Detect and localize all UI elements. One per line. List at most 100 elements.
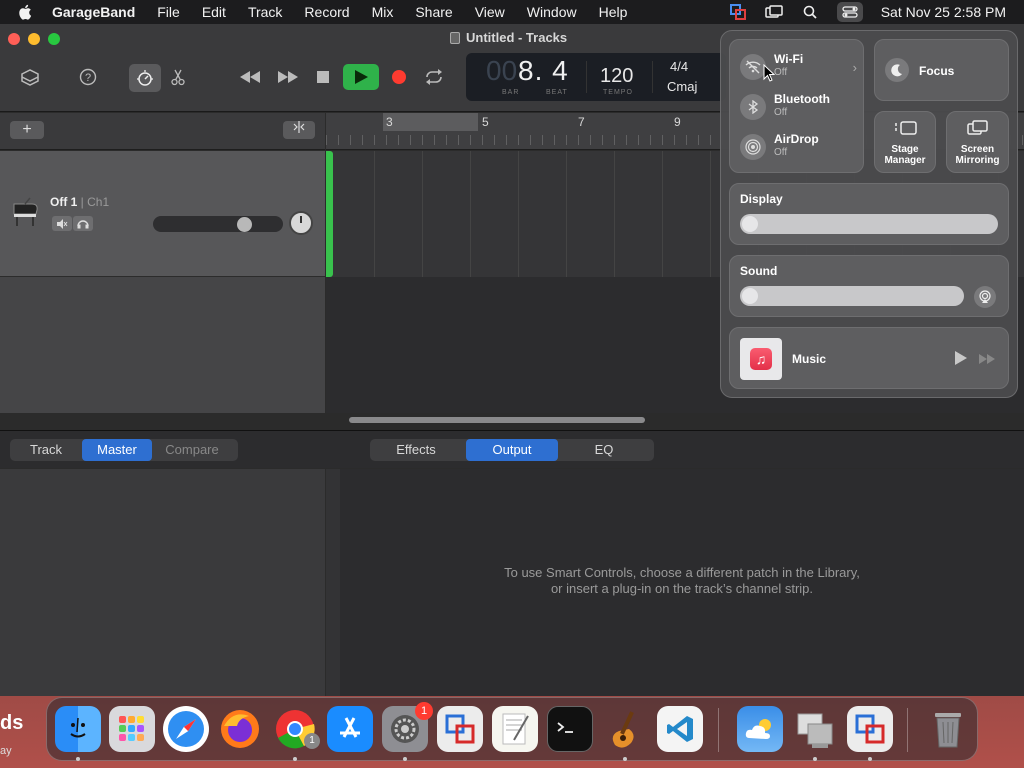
playhead[interactable] (326, 151, 333, 277)
menu-mix[interactable]: Mix (372, 4, 394, 20)
weather-icon[interactable] (737, 706, 783, 752)
remote-desktop-status-icon[interactable] (729, 3, 747, 21)
play-button[interactable] (343, 64, 379, 90)
focus-tile[interactable]: Focus (874, 39, 1009, 101)
track-volume-knob[interactable] (237, 217, 252, 232)
speaker-icon (742, 288, 758, 304)
track-solo-headphones-button[interactable] (73, 216, 93, 231)
music-app-icon: ♫ (740, 338, 782, 380)
lcd-separator (586, 61, 587, 93)
finder-icon[interactable] (55, 706, 101, 752)
airplay-audio-icon[interactable] (974, 286, 996, 308)
menu-record[interactable]: Record (304, 4, 349, 20)
dock-separator (718, 708, 719, 752)
menu-bar-clock[interactable]: Sat Nov 25 2:58 PM (881, 4, 1006, 20)
music-play-button[interactable] (954, 350, 968, 371)
stage-manager-label: Stage Manager (875, 144, 935, 166)
stage-manager-tile[interactable]: Stage Manager (874, 111, 936, 173)
menu-app-name[interactable]: GarageBand (52, 4, 135, 20)
menu-help[interactable]: Help (599, 4, 628, 20)
airdrop-label: AirDrop (774, 132, 819, 146)
library-button[interactable] (16, 64, 44, 90)
menu-view[interactable]: View (475, 4, 505, 20)
migration-running-dot (813, 757, 817, 761)
tab-track[interactable]: Track (10, 439, 82, 461)
track-list: Off 1 | Ch1 (0, 151, 325, 413)
terminal-icon[interactable] (547, 706, 593, 752)
stage-manager-label-line: Stage (891, 144, 919, 155)
menu-track[interactable]: Track (248, 4, 282, 20)
safari-icon[interactable] (163, 706, 209, 752)
window-title: Untitled - Tracks (450, 30, 567, 45)
menu-window[interactable]: Window (527, 4, 577, 20)
lcd-display[interactable]: 00 8. 4 BAR BEAT 120 TEMPO 4/4 Cmaj (466, 53, 726, 101)
fast-forward-button[interactable] (274, 64, 302, 90)
window-minimize-button[interactable] (28, 33, 40, 45)
sound-label: Sound (740, 264, 778, 278)
app-store-icon[interactable] (327, 706, 373, 752)
migration-assistant-icon[interactable] (792, 706, 838, 752)
smart-controls-right-tabs: Effects Output EQ (370, 439, 654, 461)
screen-mirroring-label-line: Mirroring (955, 155, 1000, 166)
sound-volume-slider[interactable] (740, 286, 964, 306)
bluetooth-off-icon (740, 94, 766, 120)
firefox-icon[interactable] (217, 706, 263, 752)
track-channel: | Ch1 (77, 195, 110, 209)
remote-desktop-icon[interactable] (437, 706, 483, 752)
vscode-icon[interactable] (657, 706, 703, 752)
tab-eq[interactable]: EQ (558, 439, 650, 461)
display-brightness-slider[interactable] (740, 214, 998, 234)
ruler-cycle-region[interactable] (383, 113, 478, 131)
track-mute-button[interactable] (52, 216, 72, 231)
window-zoom-button[interactable] (48, 33, 60, 45)
horizontal-scrollbar[interactable] (349, 417, 645, 423)
record-button[interactable] (388, 64, 410, 90)
remote-desktop-icon-2[interactable] (847, 706, 893, 752)
airdrop-toggle[interactable]: AirDrop Off (740, 130, 860, 166)
connectivity-module: Wi-Fi Off › Bluetooth Off AirDrop Off (729, 39, 864, 173)
track-header-bar: + (0, 113, 325, 150)
bluetooth-toggle[interactable]: Bluetooth Off (740, 90, 860, 126)
garageband-icon[interactable] (602, 706, 648, 752)
ruler-marker: 9 (674, 115, 681, 129)
stop-button[interactable] (313, 64, 333, 90)
apple-menu-icon[interactable] (18, 4, 38, 20)
window-close-button[interactable] (8, 33, 20, 45)
moon-icon (885, 58, 909, 82)
desktop: GarageBand File Edit Track Record Mix Sh… (0, 0, 1024, 768)
quick-help-button[interactable]: ? (76, 64, 100, 90)
track-volume-slider[interactable] (153, 216, 283, 232)
lcd-beat-label: BEAT (546, 89, 568, 96)
wifi-label: Wi-Fi (774, 52, 804, 66)
launchpad-icon[interactable] (109, 706, 155, 752)
catch-playhead-button[interactable] (283, 121, 315, 139)
screen-mirroring-status-icon[interactable] (764, 3, 783, 21)
track-name[interactable]: Off 1 | Ch1 (50, 195, 109, 209)
tab-output[interactable]: Output (466, 439, 558, 461)
control-center-icon[interactable] (836, 2, 863, 22)
editors-scissors-button[interactable] (168, 64, 188, 90)
lcd-time-signature: 4/4 (670, 59, 689, 74)
chrome-running-dot (293, 757, 297, 761)
tab-compare[interactable]: Compare (152, 439, 232, 461)
menu-file[interactable]: File (157, 4, 180, 20)
stage-manager-icon (894, 120, 918, 141)
spotlight-search-icon[interactable] (801, 3, 819, 21)
rewind-button[interactable] (236, 64, 264, 90)
smart-controls-button[interactable] (129, 64, 161, 92)
screen-mirroring-tile[interactable]: Screen Mirroring (946, 111, 1009, 173)
cycle-button[interactable] (422, 64, 446, 90)
tab-master[interactable]: Master (82, 439, 152, 461)
textedit-icon[interactable] (492, 706, 538, 752)
menu-edit[interactable]: Edit (202, 4, 226, 20)
now-playing-module[interactable]: ♫ Music (729, 327, 1009, 389)
add-track-button[interactable]: + (10, 121, 44, 139)
track-pan-knob[interactable] (289, 211, 313, 235)
trash-icon[interactable] (925, 706, 971, 752)
music-next-button[interactable] (978, 352, 998, 370)
track-row[interactable]: Off 1 | Ch1 (0, 151, 325, 277)
wifi-chevron-icon[interactable]: › (853, 60, 857, 75)
tab-effects[interactable]: Effects (370, 439, 462, 461)
menu-share[interactable]: Share (415, 4, 452, 20)
wifi-toggle[interactable]: Wi-Fi Off (740, 50, 860, 86)
